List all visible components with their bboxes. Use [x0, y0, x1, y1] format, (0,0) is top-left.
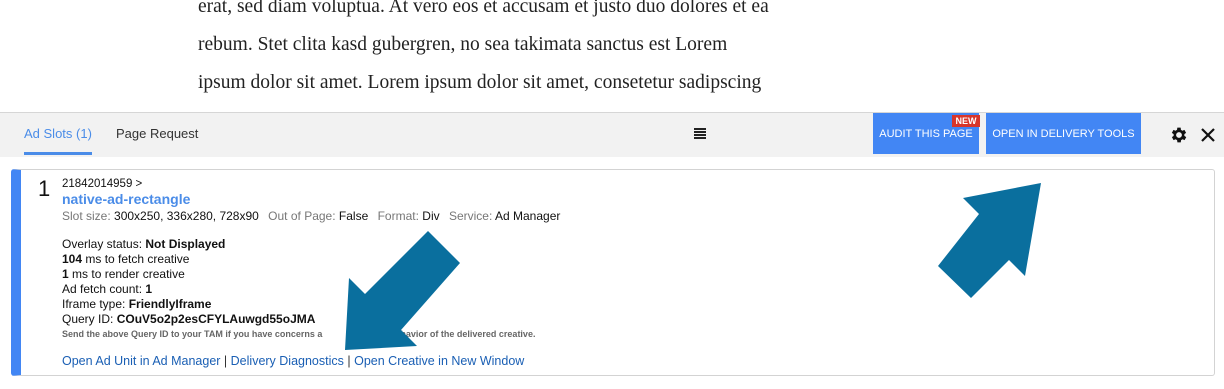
- arrow-to-delivery-tools-button: [938, 183, 1041, 298]
- annotation-arrows: [345, 183, 1041, 350]
- arrow-to-delivery-diagnostics: [345, 231, 460, 350]
